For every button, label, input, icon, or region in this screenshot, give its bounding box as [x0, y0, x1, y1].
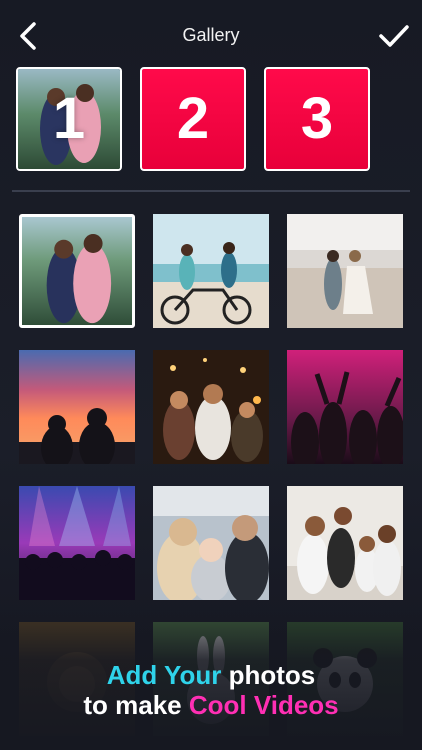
- tagline-text-to-make: to make: [83, 690, 189, 720]
- top-bar: Gallery: [0, 0, 422, 72]
- photo-couple-sunset-silhouette[interactable]: [19, 350, 135, 464]
- tagline-text-photos: photos: [221, 660, 316, 690]
- slot-1-number: 1: [52, 86, 86, 151]
- photo-image: [153, 486, 269, 600]
- tagline-line-2: to make Cool Videos: [0, 690, 422, 720]
- photo-couple-portrait-lake[interactable]: [19, 214, 135, 328]
- photo-image: [19, 486, 135, 600]
- photo-concert-stage-crowd[interactable]: [19, 486, 135, 600]
- tagline-line-1: Add Your photos: [0, 660, 422, 690]
- slot-2[interactable]: 2: [140, 67, 246, 171]
- photo-image: [153, 350, 269, 464]
- photo-image: [22, 217, 132, 325]
- photo-image: [287, 214, 403, 328]
- checkmark-icon: [379, 25, 409, 47]
- photo-image: [287, 350, 403, 464]
- slot-1[interactable]: 1: [16, 67, 122, 171]
- done-button[interactable]: [378, 22, 410, 50]
- selected-slots: 1 2 3: [16, 67, 376, 173]
- photo-dance-party-crowd[interactable]: [287, 350, 403, 464]
- photo-image: [19, 350, 135, 464]
- slot-3[interactable]: 3: [264, 67, 370, 171]
- tagline-highlight-add-your: Add Your: [106, 660, 222, 690]
- photo-couple-walking-beach[interactable]: [287, 214, 403, 328]
- divider: [12, 190, 410, 192]
- photo-family-with-baby[interactable]: [153, 486, 269, 600]
- photo-friends-party-sparklers[interactable]: [153, 350, 269, 464]
- promo-tagline: Add Your photos to make Cool Videos: [0, 660, 422, 720]
- photo-image: [287, 486, 403, 600]
- photo-family-group-portrait[interactable]: [287, 486, 403, 600]
- page-title: Gallery: [182, 25, 240, 45]
- photo-image: [153, 214, 269, 328]
- photo-couple-bicycle-beach[interactable]: [153, 214, 269, 328]
- slot-2-number: 2: [176, 86, 210, 151]
- tagline-highlight-cool-videos: Cool Videos: [188, 690, 339, 720]
- slot-3-number: 3: [300, 86, 334, 151]
